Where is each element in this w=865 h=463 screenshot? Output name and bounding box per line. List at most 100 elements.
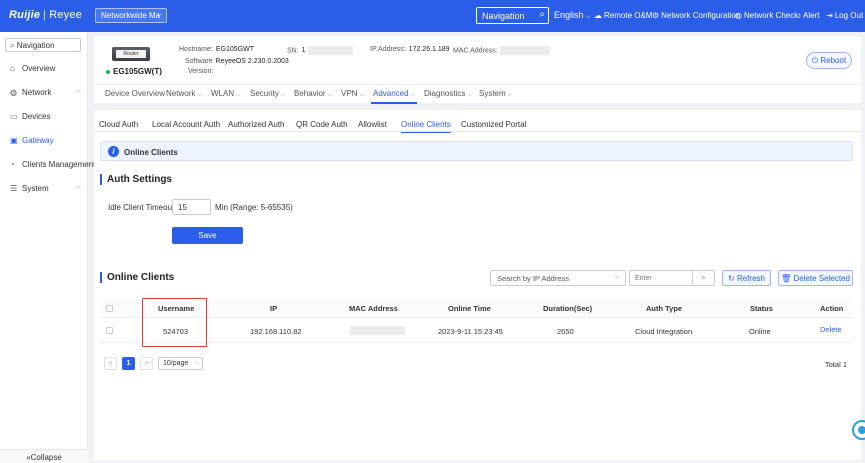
tab-label: Diagnostics: [424, 89, 466, 98]
subtab-authorized-auth[interactable]: Authorized Auth: [228, 120, 284, 129]
tab-advanced[interactable]: Advanced ⌵: [370, 89, 418, 104]
info-banner: i Online Clients: [100, 141, 853, 161]
sidebar-item-label: Devices: [22, 112, 51, 121]
sidebar-item-clients-management[interactable]: ◔ Clients Management: [10, 160, 95, 169]
main-panel: Cloud Auth Local Account Auth Authorized…: [94, 110, 861, 460]
search-input[interactable]: [629, 270, 693, 286]
search-button[interactable]: ⌕: [693, 270, 715, 286]
alert-link[interactable]: ♪ Alert: [797, 11, 819, 20]
tab-network[interactable]: Network ⌵: [166, 89, 202, 99]
column-header-ip: IP: [270, 304, 278, 313]
pager-page-1[interactable]: 1: [122, 357, 135, 370]
collapse-button[interactable]: «Collapse: [0, 449, 88, 463]
chevron-down-icon: ⌵: [410, 92, 416, 98]
chevron-down-icon: ⌵: [236, 92, 241, 98]
network-select-value: Networkwide Ma: [101, 11, 161, 20]
cell-ip: 192.168.110.82: [250, 327, 302, 336]
network-select[interactable]: Networkwide Ma ⌵: [95, 8, 167, 23]
network-configuration-link[interactable]: ⚙ Network Configuration: [652, 11, 740, 20]
navigation-search[interactable]: Navigation ⌕: [476, 7, 549, 24]
mac-label: MAC Address:: [453, 47, 498, 55]
subtab-allowlist[interactable]: Allowlist: [358, 120, 387, 129]
sidebar-item-devices[interactable]: ▭ Devices: [10, 112, 50, 121]
sidebar-item-system[interactable]: ☰ System ⌵: [10, 184, 81, 193]
floating-help-icon[interactable]: [852, 418, 865, 442]
delete-link[interactable]: Delete: [820, 325, 842, 334]
sidebar-navigation-label: Navigation: [16, 41, 55, 50]
sn-value: 1: [301, 47, 306, 55]
language-select[interactable]: English ⌵: [554, 10, 591, 21]
chevron-down-icon: ⌵: [76, 88, 81, 94]
tab-label: Device Overview: [105, 89, 166, 98]
trash-icon: 🗑: [781, 274, 792, 283]
power-icon: ⏻: [811, 56, 819, 65]
tab-system[interactable]: System ⌵: [479, 89, 512, 99]
tab-label: VPN: [341, 89, 358, 98]
page-size-value: 10/page: [163, 360, 189, 367]
sidebar-item-network[interactable]: ◍ Network ⌵: [10, 88, 81, 97]
auth-settings-title: Auth Settings: [100, 174, 172, 185]
subtab-customized-portal[interactable]: Customized Portal: [461, 120, 526, 129]
brand-logo[interactable]: Ruijie | Reyee: [9, 9, 82, 21]
reboot-label: Reboot: [820, 56, 847, 65]
delete-selected-button[interactable]: 🗑 Delete Selected: [778, 270, 853, 286]
total-count: Total 1: [824, 360, 847, 369]
save-button[interactable]: Save: [172, 227, 243, 244]
subtab-local-account-auth[interactable]: Local Account Auth: [152, 120, 220, 129]
sidebar-item-overview[interactable]: ⌂ Overview: [10, 64, 55, 73]
tab-diagnostics[interactable]: Diagnostics ⌵: [424, 89, 472, 99]
column-header-status: Status: [750, 304, 773, 313]
top-bar: Ruijie | Reyee Networkwide Ma ⌵ Navigation…: [0, 0, 865, 32]
check-icon: ◎: [735, 11, 742, 20]
pager-prev-button[interactable]: <: [104, 357, 117, 370]
row-checkbox[interactable]: [106, 327, 113, 334]
reboot-button[interactable]: ⏻ Reboot: [806, 52, 852, 69]
collapse-label: Collapse: [30, 453, 62, 462]
sn-redaction: [307, 46, 353, 55]
chevron-down-icon: ⌵: [194, 360, 199, 366]
subtab-cloud-auth[interactable]: Cloud Auth: [99, 120, 138, 129]
tab-security[interactable]: Security ⌵: [250, 89, 285, 99]
refresh-icon: ↻: [728, 274, 735, 283]
tab-behavior[interactable]: Behavior ⌵: [294, 89, 332, 99]
top-tabs: Device Overview Network ⌵ WLAN ⌵ Security ⌵…: [94, 84, 861, 104]
cell-duration: 2650: [557, 327, 574, 336]
network-check-link[interactable]: ◎ Network Check: [735, 11, 798, 20]
mac-redaction: [499, 46, 550, 55]
subtab-qr-code-auth[interactable]: QR Code Auth: [296, 120, 348, 129]
tab-label: Network: [166, 89, 196, 98]
alert-label: Alert: [803, 11, 820, 20]
hostname-label: Hostname:: [179, 46, 213, 53]
language-label: English: [554, 10, 584, 20]
sidebar-item-label: Clients Management: [22, 160, 96, 169]
page-size-select[interactable]: 10/page ⌵: [158, 357, 203, 370]
tab-wlan[interactable]: WLAN ⌵: [211, 89, 241, 99]
idle-timeout-input[interactable]: [172, 199, 211, 215]
tab-vpn[interactable]: VPN ⌵: [341, 89, 364, 99]
router-image: Router: [112, 47, 150, 61]
device-model: EG105GW(T): [106, 67, 162, 76]
subtab-online-clients[interactable]: Online Clients: [401, 120, 451, 133]
table-row: 524703 192.168.110.82 2023-9-11 15:23:45…: [100, 319, 853, 343]
select-all-checkbox[interactable]: [106, 305, 113, 312]
ip-info: IP Address: 172.26.1.189: [370, 46, 450, 53]
info-banner-text: Online Clients: [124, 148, 178, 157]
logout-link[interactable]: ⇥ Log Out: [826, 11, 863, 20]
column-header-duration: Duration(Sec): [543, 304, 593, 313]
sidebar-navigation-search[interactable]: ⌕ Navigation: [5, 38, 81, 52]
sidebar-item-gateway[interactable]: ▣ Gateway: [10, 136, 54, 145]
pager-next-button[interactable]: >: [140, 357, 153, 370]
search-type-select[interactable]: Search by IP Address ⌵: [490, 270, 626, 286]
system-icon: ☰: [10, 184, 18, 193]
chevron-down-icon: ⌵: [156, 11, 162, 18]
cloud-icon: ☁: [594, 11, 602, 20]
chevron-down-icon: ⌵: [280, 92, 286, 98]
column-header-action: Action: [820, 304, 844, 313]
refresh-button[interactable]: ↻ Refresh: [722, 270, 771, 286]
logo-brand: Ruijie: [9, 9, 41, 21]
idle-timeout-hint: Min (Range: 5-65535): [215, 203, 293, 212]
search-icon[interactable]: ⌕: [539, 9, 545, 20]
chevron-down-icon: ⌵: [359, 92, 365, 98]
tab-device-overview[interactable]: Device Overview: [105, 89, 165, 98]
remote-om-link[interactable]: ☁ Remote O&M: [594, 11, 652, 20]
